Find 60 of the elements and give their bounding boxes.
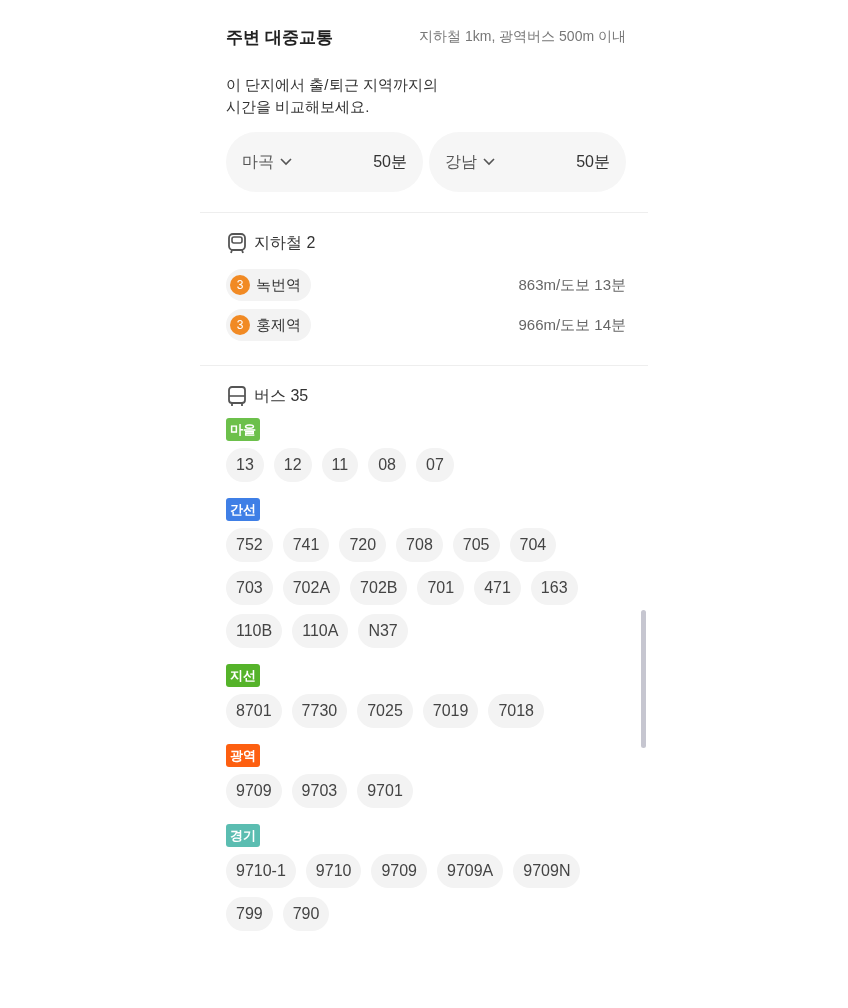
- bus-type-tag: 간선: [226, 498, 260, 521]
- chevron-down-icon: [280, 158, 292, 166]
- bus-route-chip[interactable]: 702B: [350, 571, 408, 605]
- bus-route-chip[interactable]: 720: [339, 528, 387, 562]
- bus-route-chip[interactable]: 07: [416, 448, 454, 482]
- bus-route-chip[interactable]: 9709: [226, 774, 282, 808]
- bus-route-chip[interactable]: 704: [509, 528, 557, 562]
- bus-route-chip[interactable]: 741: [282, 528, 330, 562]
- commute-selector[interactable]: 강남 50분: [429, 132, 626, 192]
- bus-route-chip[interactable]: 708: [396, 528, 443, 562]
- scrollbar[interactable]: [641, 610, 646, 748]
- bus-route-chip[interactable]: 11: [321, 448, 359, 482]
- train-icon: [226, 232, 248, 254]
- bus-route-chip[interactable]: N37: [358, 614, 408, 648]
- bus-route-chip[interactable]: 701: [417, 571, 465, 605]
- bus-route-chip[interactable]: 703: [226, 571, 273, 605]
- station-distance: 863m/도보 13분: [518, 275, 626, 295]
- station-name: 녹번역: [256, 275, 301, 295]
- bus-route-chip[interactable]: 7025: [357, 694, 413, 728]
- commute-selector[interactable]: 마곡 50분: [226, 132, 423, 192]
- bus-route-chip[interactable]: 12: [273, 448, 312, 482]
- station-chip[interactable]: 3 녹번역: [226, 269, 311, 301]
- bus-icon: [226, 385, 248, 407]
- bus-type-tag: 마을: [226, 418, 260, 441]
- bus-route-chip[interactable]: 110B: [226, 614, 283, 648]
- section-title: 주변 대중교통: [226, 26, 333, 49]
- bus-route-chip[interactable]: 799: [226, 897, 273, 931]
- bus-type-tag: 지선: [226, 664, 260, 687]
- bus-route-chip[interactable]: 9701: [357, 774, 413, 808]
- bus-route-chip[interactable]: 702A: [282, 571, 341, 605]
- station-distance: 966m/도보 14분: [518, 315, 626, 335]
- bus-route-chip[interactable]: 9703: [291, 774, 348, 808]
- bus-route-chip[interactable]: 163: [530, 571, 578, 605]
- bus-route-chip[interactable]: 705: [452, 528, 500, 562]
- bus-title: 버스 35: [254, 385, 309, 406]
- chevron-down-icon: [483, 158, 495, 166]
- range-note: 지하철 1km, 광역버스 500m 이내: [419, 28, 626, 46]
- bus-route-chip[interactable]: 8701: [226, 694, 282, 728]
- bus-type-tag: 광역: [226, 744, 260, 767]
- bus-route-chip[interactable]: 9709: [371, 854, 427, 888]
- line-badge: 3: [230, 315, 250, 335]
- bus-route-chip[interactable]: 9709A: [437, 854, 504, 888]
- bus-route-chip[interactable]: 7019: [422, 694, 479, 728]
- station-chip[interactable]: 3 홍제역: [226, 309, 311, 341]
- bus-route-chip[interactable]: 110A: [292, 614, 349, 648]
- bus-route-chip[interactable]: 9710-1: [226, 854, 296, 888]
- bus-route-chip[interactable]: 9710: [305, 854, 362, 888]
- bus-type-tag: 경기: [226, 824, 260, 847]
- bus-route-chip[interactable]: 790: [282, 897, 330, 931]
- station-name: 홍제역: [256, 315, 301, 335]
- bus-route-chip[interactable]: 7730: [291, 694, 348, 728]
- bus-route-chip[interactable]: 752: [226, 528, 273, 562]
- line-badge: 3: [230, 275, 250, 295]
- subway-title: 지하철 2: [254, 232, 316, 253]
- bus-route-chip[interactable]: 9709N: [513, 854, 581, 888]
- commute-description: 이 단지에서 출/퇴근 지역까지의 시간을 비교해보세요.: [226, 75, 439, 117]
- bus-route-chip[interactable]: 13: [226, 448, 264, 482]
- bus-route-chip[interactable]: 08: [368, 448, 406, 482]
- bus-route-chip[interactable]: 7018: [488, 694, 544, 728]
- bus-route-chip[interactable]: 471: [474, 571, 521, 605]
